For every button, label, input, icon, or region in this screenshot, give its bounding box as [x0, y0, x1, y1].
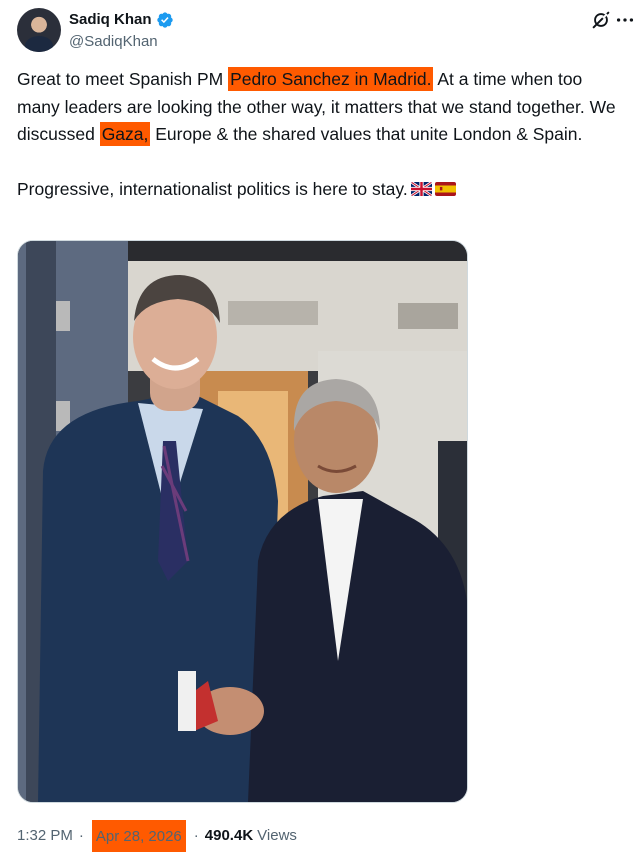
tweet-paragraph-2: Progressive, internationalist politics i…	[17, 176, 629, 204]
text-line: Progressive, internationalist politics i…	[17, 178, 408, 199]
tweet-time[interactable]: 1:32 PM	[17, 825, 73, 847]
tweet-photo[interactable]	[17, 240, 468, 803]
highlighted-text-segment: Pedro Sanchez in Madrid.	[228, 67, 434, 91]
verified-badge-icon	[156, 12, 173, 28]
avatar[interactable]	[17, 8, 61, 52]
more-options-icon[interactable]	[614, 9, 636, 31]
author-handle[interactable]: @SadiqKhan	[69, 32, 158, 52]
photo-illustration	[18, 241, 467, 802]
tweet-paragraph-1: Great to meet Spanish PM Pedro Sanchez i…	[17, 66, 629, 149]
spain-flag-icon	[434, 181, 456, 196]
views-count[interactable]: 490.4K	[205, 825, 253, 847]
meta-separator: ·	[193, 827, 199, 844]
uk-flag-icon	[410, 181, 432, 196]
author-display-name[interactable]: Sadiq Khan	[69, 10, 152, 30]
text-segment: Great to meet Spanish PM	[17, 69, 229, 89]
meta-separator: ·	[78, 827, 84, 844]
tweet-meta: 1:32 PM · Apr 28, 2026 · 490.4K Views	[17, 820, 297, 852]
tweet-text: Great to meet Spanish PM Pedro Sanchez i…	[17, 66, 629, 203]
author-name-row: Sadiq Khan	[69, 10, 174, 30]
tweet-date[interactable]: Apr 28, 2026	[91, 820, 186, 852]
text-segment: Europe & the shared values that unite Lo…	[150, 124, 583, 144]
views-label: Views	[257, 827, 297, 844]
grok-icon[interactable]	[590, 9, 612, 31]
highlighted-text-segment: Gaza,	[99, 122, 151, 146]
